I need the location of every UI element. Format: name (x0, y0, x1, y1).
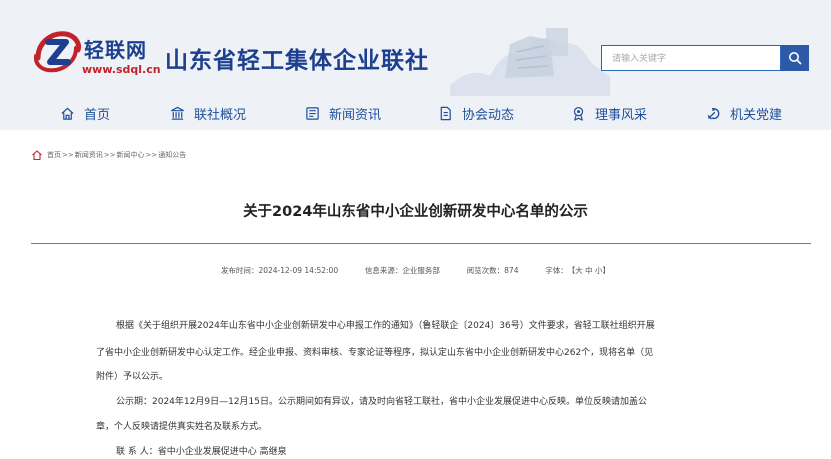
views-label: 阅览次数： (466, 266, 505, 275)
article-title: 关于2024年山东省中小企业创新研发中心名单的公示 (243, 204, 588, 220)
institution-icon (171, 106, 184, 120)
party-emblem-icon (707, 107, 720, 119)
nav-item-association[interactable]: 协会动态 (438, 103, 514, 123)
font-size-label: 字体： (545, 266, 568, 275)
publish-label: 发布时间： (220, 266, 259, 275)
body-paragraph: 附件）予以公示。 (96, 372, 169, 382)
nav-label: 新闻资讯 (329, 107, 382, 123)
home-icon[interactable] (31, 149, 43, 161)
font-bracket: 【 (567, 266, 576, 275)
article-meta: 发布时间：2024-12-09 14:52:00 信息来源：企业服务部 阅览次数… (0, 265, 831, 276)
nav-item-news[interactable]: 新闻资讯 (305, 103, 381, 123)
breadcrumb-separator: >> (145, 151, 158, 159)
breadcrumb-news[interactable]: 新闻资讯 (75, 150, 103, 160)
body-paragraph: 联 系 人：省中小企业发展促进中心 高继泉 (116, 447, 287, 457)
award-icon (573, 106, 584, 121)
body-paragraph: 了省中小企业创新研发中心认定工作。经企业申报、资料审核、专家论证等程序，拟认定山… (96, 348, 654, 358)
font-size-medium[interactable]: 中 (585, 265, 593, 276)
nav-item-party[interactable]: 机关党建 (706, 103, 782, 123)
font-size-large[interactable]: 大 (575, 265, 583, 276)
search-icon (789, 52, 802, 65)
search-button[interactable] (781, 45, 809, 71)
nav-item-directors[interactable]: 理事风采 (571, 103, 647, 123)
logo-text: 轻联网 (84, 38, 147, 62)
breadcrumb-home[interactable]: 首页 (47, 150, 61, 160)
body-paragraph: 公示期：2024年12月9日—12月15日。公示期间如有异议，请及时向省轻工联社… (116, 397, 647, 407)
nav-label: 理事风采 (595, 107, 648, 123)
source-label: 信息来源： (364, 266, 403, 275)
font-size-small[interactable]: 小 (595, 265, 603, 276)
nav-item-home[interactable]: 首页 (60, 103, 110, 123)
nav-label: 机关党建 (730, 107, 783, 123)
mountain-scenery-icon (450, 28, 610, 96)
home-icon (61, 107, 74, 120)
nav-item-overview[interactable]: 联社概况 (170, 103, 246, 123)
publish-time: 2024-12-09 14:52:00 (258, 266, 339, 275)
main-nav: 首页 联社概况 新闻资讯 协会动态 理事风采 机关党建 (0, 95, 831, 130)
org-title: 山东省轻工集体企业联社 (165, 48, 429, 74)
logo-url: www.sdql.cn (82, 63, 161, 76)
newspaper-icon (306, 106, 319, 120)
font-bracket: 】 (602, 266, 611, 275)
nav-label: 联社概况 (194, 107, 247, 123)
document-icon (440, 106, 451, 120)
body-paragraph: 根据《关于组织开展2024年山东省中小企业创新研发中心申报工作的通知》（鲁轻联企… (116, 321, 655, 331)
nav-label: 协会动态 (462, 107, 515, 123)
breadcrumb: 首页 >> 新闻资讯 >> 新闻中心 >> 通知公告 (31, 149, 186, 161)
source-value: 企业服务部 (402, 266, 440, 275)
breadcrumb-separator: >> (62, 151, 74, 159)
body-paragraph: 章，个人反映请提供真实姓名及联系方式。 (96, 422, 268, 432)
search-box (601, 45, 781, 71)
logo-mark-icon (33, 31, 81, 73)
nav-label: 首页 (84, 107, 111, 123)
breadcrumb-notices[interactable]: 通知公告 (158, 150, 186, 160)
breadcrumb-news-center[interactable]: 新闻中心 (116, 150, 144, 160)
site-header: 轻联网 www.sdql.cn 山东省轻工集体企业联社 首页 联社概况 (0, 0, 831, 130)
views-count: 874 (504, 266, 519, 275)
site-logo[interactable]: 轻联网 www.sdql.cn (32, 28, 161, 78)
title-divider (31, 243, 811, 244)
breadcrumb-separator: >> (103, 151, 116, 159)
search-input[interactable] (602, 47, 780, 71)
